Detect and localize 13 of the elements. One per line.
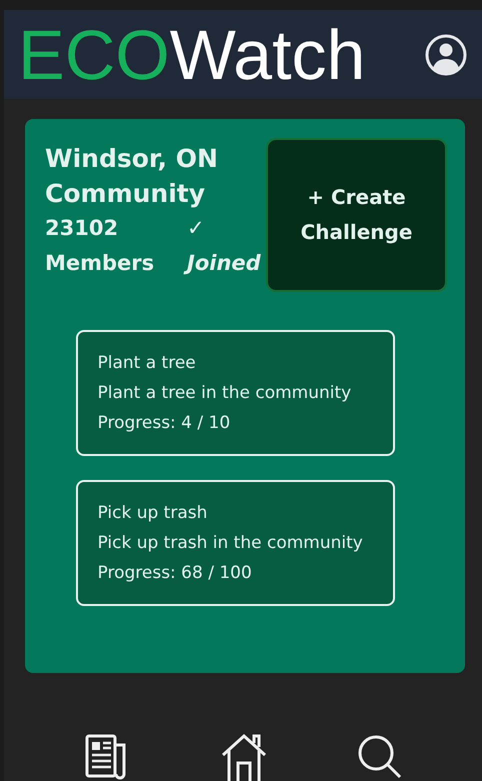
member-count: 23102 Members [45, 215, 156, 278]
home-icon[interactable] [220, 733, 268, 781]
challenge-title: Plant a tree [98, 352, 197, 376]
community-name: Windsor, ON Community [45, 143, 219, 210]
check-mark: ✓ [187, 215, 206, 242]
create-challenge-button[interactable]: + Create Challenge [266, 138, 447, 292]
search-icon[interactable] [356, 733, 404, 781]
logo-watch-text: Watch [170, 20, 366, 90]
challenge-description: Plant a tree in the community [98, 382, 352, 406]
challenge-description: Pick up trash in the community [98, 532, 364, 556]
profile-icon[interactable] [424, 32, 468, 77]
logo-eco-text: ECO [18, 20, 170, 90]
challenge-title: Pick up trash [98, 502, 208, 526]
